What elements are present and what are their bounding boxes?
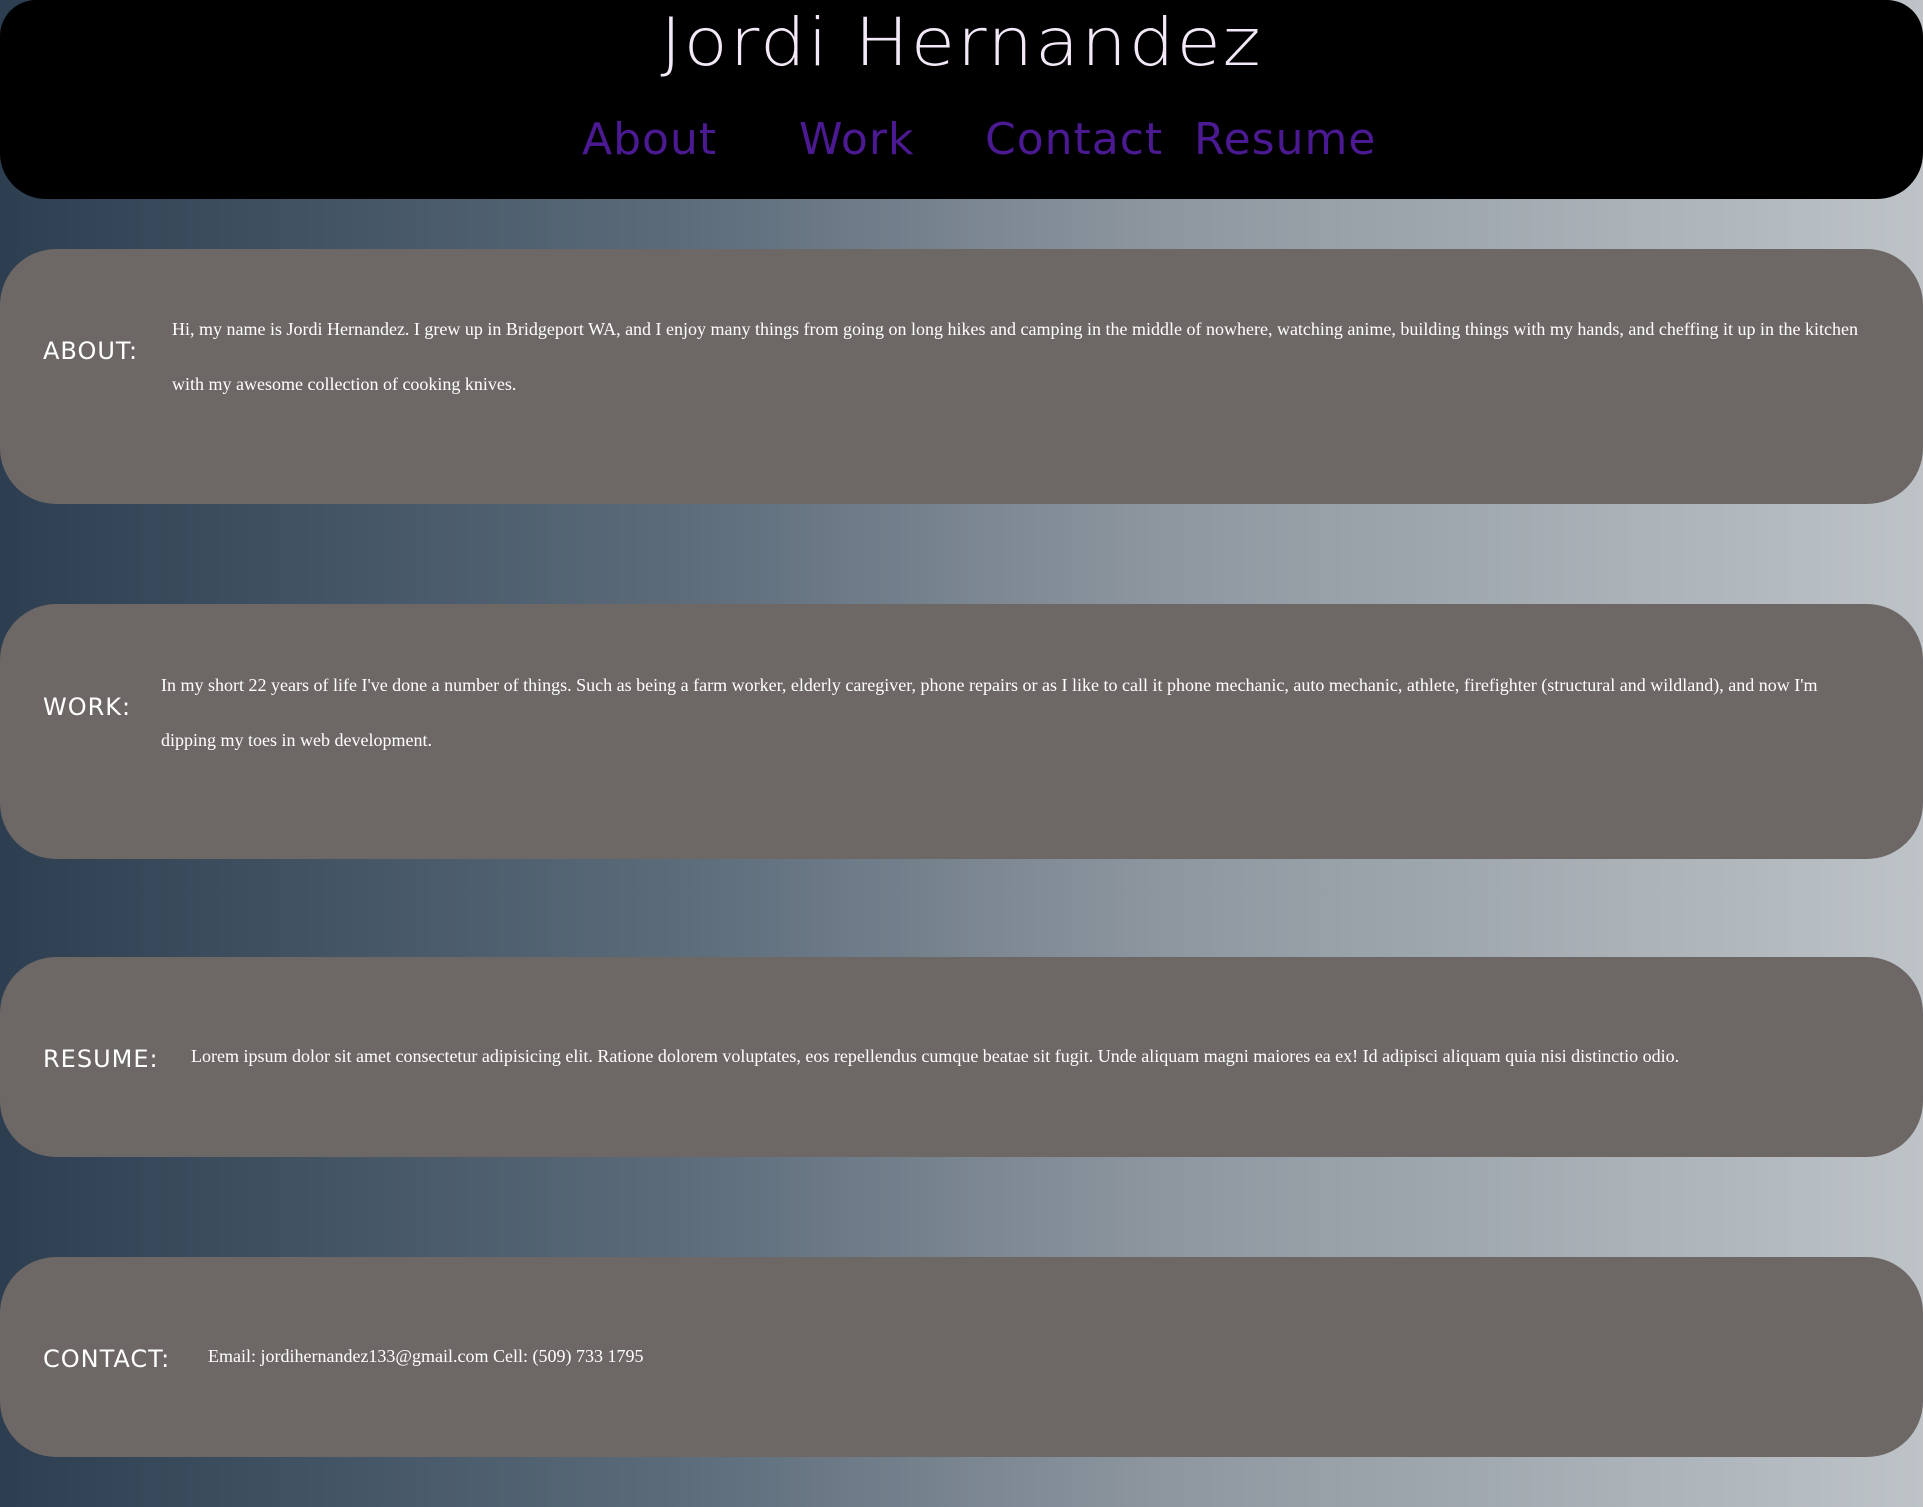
resume-heading: RESUME:	[43, 1045, 159, 1073]
about-section: ABOUT: Hi, my name is Jordi Hernandez. I…	[0, 249, 1923, 504]
main-nav: About Work Contact Resume	[0, 112, 1923, 168]
site-header: Jordi Hernandez About Work Contact Resum…	[0, 0, 1923, 199]
contact-section: CONTACT: Email: jordihernandez133@gmail.…	[0, 1257, 1923, 1457]
nav-link-work[interactable]: Work	[799, 112, 914, 168]
contact-heading: CONTACT:	[43, 1345, 171, 1373]
nav-link-contact[interactable]: Contact	[985, 112, 1163, 168]
work-text: In my short 22 years of life I've done a…	[161, 675, 1818, 750]
nav-link-about[interactable]: About	[582, 112, 717, 168]
nav-link-resume[interactable]: Resume	[1194, 112, 1376, 168]
about-heading: ABOUT:	[43, 337, 139, 365]
resume-section: RESUME: Lorem ipsum dolor sit amet conse…	[0, 957, 1923, 1157]
resume-text: Lorem ipsum dolor sit amet consectetur a…	[191, 1046, 1680, 1066]
site-title: Jordi Hernandez	[660, 3, 1263, 81]
work-heading: WORK:	[43, 693, 132, 721]
about-text: Hi, my name is Jordi Hernandez. I grew u…	[172, 319, 1859, 394]
work-section: WORK: In my short 22 years of life I've …	[0, 604, 1923, 859]
contact-text: Email: jordihernandez133@gmail.com Cell:…	[208, 1346, 644, 1366]
